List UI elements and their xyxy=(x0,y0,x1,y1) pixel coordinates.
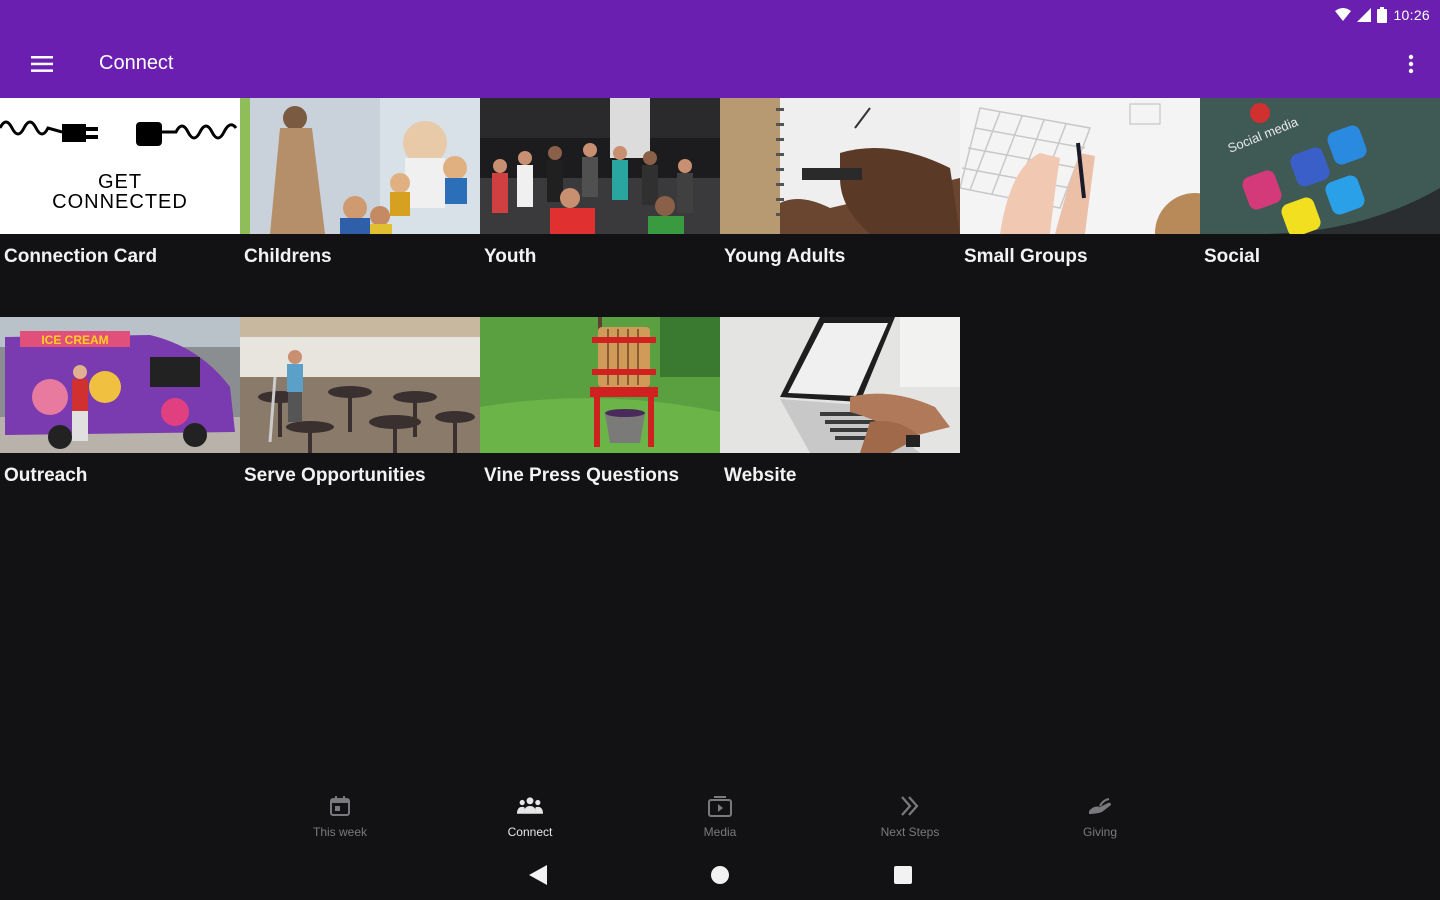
back-icon xyxy=(529,865,547,885)
recents-icon xyxy=(894,866,912,884)
tile-label: Young Adults xyxy=(724,246,846,267)
more-options-button[interactable] xyxy=(1396,44,1426,84)
battery-icon xyxy=(1377,7,1388,23)
tile-young-adults[interactable]: Young Adults xyxy=(720,98,960,308)
tile-vine-press-questions[interactable]: Vine Press Questions xyxy=(480,317,720,527)
recents-button[interactable] xyxy=(888,860,918,890)
back-button[interactable] xyxy=(523,860,553,890)
tile-label: Social xyxy=(1204,246,1260,267)
nav-label: Media xyxy=(703,825,737,839)
nav-item-giving[interactable]: Giving xyxy=(1040,793,1160,845)
home-icon xyxy=(711,866,729,884)
menu-button[interactable] xyxy=(22,44,62,84)
wifi-icon xyxy=(1335,8,1352,21)
tile-image-text: ICE CREAM xyxy=(41,333,108,347)
calendar-icon xyxy=(327,793,353,819)
tile-label: Website xyxy=(724,465,797,486)
tile-image xyxy=(720,98,960,234)
tile-social[interactable]: Social media Social xyxy=(1200,98,1440,308)
status-time: 10:26 xyxy=(1393,7,1430,23)
cell-signal-icon xyxy=(1357,8,1372,22)
people-icon xyxy=(517,793,543,819)
tile-image xyxy=(240,317,480,453)
more-vert-icon xyxy=(1408,54,1414,74)
app-bar: Connect xyxy=(0,30,1440,98)
hamburger-menu-icon xyxy=(31,56,53,72)
tile-image xyxy=(240,98,480,234)
giving-hand-icon xyxy=(1087,793,1113,819)
tile-connection-card[interactable]: GET CONNECTED Connection Card xyxy=(0,98,240,308)
nav-item-connect[interactable]: Connect xyxy=(470,793,590,845)
status-bar: 10:26 xyxy=(0,0,1440,30)
tile-serve-opportunities[interactable]: Serve Opportunities xyxy=(240,317,480,527)
tile-label: Serve Opportunities xyxy=(244,465,426,486)
page-title: Connect xyxy=(99,52,174,74)
nav-item-media[interactable]: Media xyxy=(660,793,780,845)
tile-image xyxy=(960,98,1200,234)
nav-item-next-steps[interactable]: Next Steps xyxy=(850,793,970,845)
home-button[interactable] xyxy=(705,860,735,890)
double-chevron-icon xyxy=(897,793,923,819)
tile-image xyxy=(480,98,720,234)
bottom-navigation: This week Connect Media Next Steps Givin… xyxy=(0,785,1440,845)
nav-label: Next Steps xyxy=(880,825,940,839)
tile-childrens[interactable]: Childrens xyxy=(240,98,480,308)
nav-label: Connect xyxy=(507,825,553,839)
tile-label: Outreach xyxy=(4,465,88,486)
nav-label: This week xyxy=(312,825,368,839)
tile-label: Connection Card xyxy=(4,246,158,267)
nav-item-this-week[interactable]: This week xyxy=(280,793,400,845)
tile-image-text: GET xyxy=(98,171,142,193)
tile-image: ICE CREAM xyxy=(0,317,240,453)
tile-image: GET CONNECTED xyxy=(0,98,240,234)
tile-website[interactable]: Website xyxy=(720,317,960,527)
tile-youth[interactable]: Youth xyxy=(480,98,720,308)
tile-image-text: CONNECTED xyxy=(52,191,188,213)
tile-label: Childrens xyxy=(244,246,332,267)
app-root: 10:26 Connect GET CONNECTED Connection C… xyxy=(0,0,1440,900)
tile-image xyxy=(480,317,720,453)
tile-label: Youth xyxy=(484,246,537,267)
system-navigation xyxy=(0,848,1440,900)
tile-label: Small Groups xyxy=(964,246,1088,267)
nav-label: Giving xyxy=(1082,825,1117,839)
tile-image xyxy=(720,317,960,453)
tile-image: Social media xyxy=(1200,98,1440,234)
tile-small-groups[interactable]: Small Groups xyxy=(960,98,1200,308)
media-icon xyxy=(707,793,733,819)
status-icons: 10:26 xyxy=(1335,5,1430,25)
tile-outreach[interactable]: ICE CREAM Outreach xyxy=(0,317,240,527)
tile-label: Vine Press Questions xyxy=(484,465,680,486)
